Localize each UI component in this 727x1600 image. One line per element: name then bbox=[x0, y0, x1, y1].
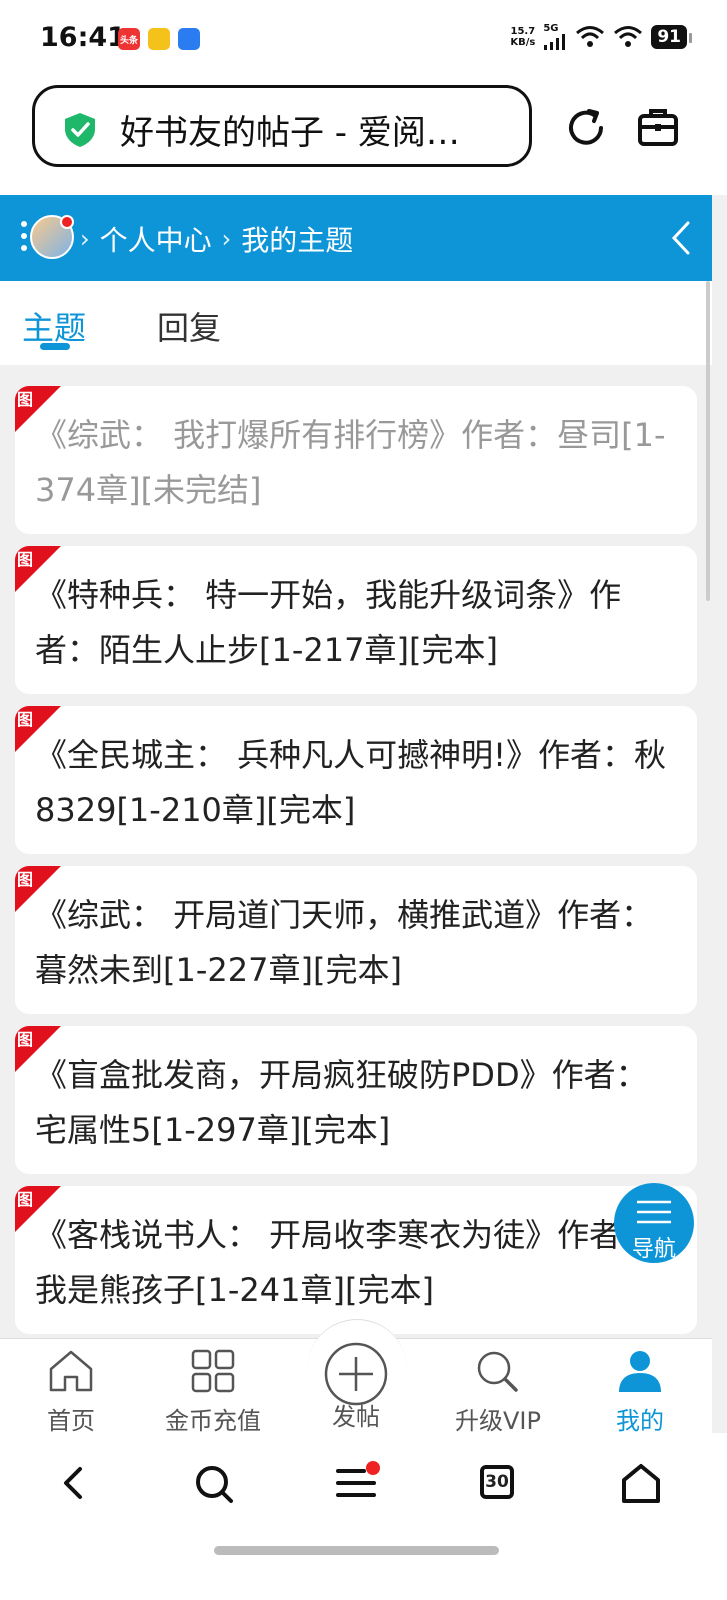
status-bar: 16:41 头条 15.7 KB/s 5G 91 bbox=[0, 0, 727, 80]
menu-notification-dot bbox=[366, 1461, 380, 1475]
search-icon bbox=[477, 1351, 518, 1392]
wifi-icon bbox=[576, 26, 605, 47]
home-icon bbox=[49, 1350, 93, 1392]
battery-indicator: 91 bbox=[651, 25, 692, 49]
thread-list: 图 《综武： 我打爆所有排行榜》作者：昼司[1-374章][未完结] 图 《特种… bbox=[15, 386, 697, 1346]
thread-title[interactable]: 《综武： 我打爆所有排行榜》作者：昼司[1-374章][未完结] bbox=[35, 408, 667, 518]
list-item[interactable]: 图 《综武： 我打爆所有排行榜》作者：昼司[1-374章][未完结] bbox=[15, 386, 697, 534]
notes-app-icon bbox=[148, 28, 170, 50]
notification-dot bbox=[60, 215, 74, 229]
thread-title[interactable]: 《特种兵： 特一开始，我能升级词条》作者：陌生人止步[1-217章][完本] bbox=[35, 568, 667, 678]
chevron-right-icon: › bbox=[221, 225, 232, 253]
menu-dots-icon[interactable] bbox=[20, 220, 28, 252]
thread-title[interactable]: 《盲盒批发商，开局疯狂破防PDD》作者：宅属性5[1-297章][完本] bbox=[35, 1048, 667, 1158]
tab-replies[interactable]: 回复 bbox=[157, 303, 221, 349]
signal-icon: 5G bbox=[543, 24, 567, 50]
bottom-nav: 首页 金币充值 发帖 升级VIP 我的 bbox=[0, 1319, 712, 1436]
scrollbar[interactable] bbox=[706, 281, 710, 601]
navigation-fab[interactable]: 导航 bbox=[614, 1183, 694, 1263]
list-item[interactable]: 图 《全民城主： 兵种凡人可撼神明!》作者：秋8329[1-210章][完本] bbox=[15, 706, 697, 854]
tabs-count-icon[interactable]: 30 bbox=[480, 1465, 514, 1499]
nav-upgrade-vip[interactable]: 升级VIP bbox=[427, 1349, 569, 1436]
toutiao-app-icon: 头条 bbox=[118, 28, 140, 50]
thread-title[interactable]: 《综武： 开局道门天师，横推武道》作者：暮然未到[1-227章][完本] bbox=[35, 888, 667, 998]
secure-shield-icon bbox=[65, 113, 95, 147]
nav-post[interactable]: 发帖 bbox=[285, 1342, 427, 1432]
breadcrumb-personal-center[interactable]: 个人中心 bbox=[100, 219, 212, 259]
url-box[interactable]: 好书友的帖子 - 爱阅… bbox=[32, 85, 532, 167]
network-speed: 15.7 KB/s bbox=[510, 26, 536, 48]
list-item[interactable]: 图 《盲盒批发商，开局疯狂破防PDD》作者：宅属性5[1-297章][完本] bbox=[15, 1026, 697, 1174]
home-icon[interactable] bbox=[620, 1463, 662, 1505]
thread-title[interactable]: 《全民城主： 兵种凡人可撼神明!》作者：秋8329[1-210章][完本] bbox=[35, 728, 667, 838]
url-title: 好书友的帖子 - 爱阅… bbox=[120, 113, 460, 153]
tab-indicator bbox=[40, 343, 70, 350]
menu-icon bbox=[637, 1200, 671, 1224]
list-item[interactable]: 图 《综武： 开局道门天师，横推武道》作者：暮然未到[1-227章][完本] bbox=[15, 866, 697, 1014]
site-header: › 个人中心 › 我的主题 bbox=[0, 195, 712, 281]
tab-bar: 主题 回复 bbox=[0, 281, 712, 365]
chevron-left-icon[interactable] bbox=[670, 220, 692, 256]
breadcrumb-my-topics: 我的主题 bbox=[241, 224, 354, 257]
gesture-home-indicator[interactable] bbox=[214, 1546, 499, 1555]
list-item[interactable]: 图 《特种兵： 特一开始，我能升级词条》作者：陌生人止步[1-217章][完本] bbox=[15, 546, 697, 694]
status-time: 16:41 bbox=[40, 22, 126, 53]
nav-mine[interactable]: 我的 bbox=[569, 1349, 711, 1436]
breadcrumb: › 个人中心 › 我的主题 bbox=[80, 219, 353, 259]
nav-coin-recharge[interactable]: 金币充值 bbox=[142, 1349, 284, 1436]
search-icon[interactable] bbox=[193, 1463, 235, 1505]
user-icon bbox=[619, 1351, 661, 1392]
browser-toolbar: 30 bbox=[0, 1433, 727, 1600]
wifi-icon-2 bbox=[614, 26, 643, 47]
chevron-right-icon: › bbox=[80, 225, 90, 253]
thread-title[interactable]: 《客栈说书人： 开局收李寒衣为徒》作者：我是熊孩子[1-241章][完本] bbox=[35, 1208, 667, 1318]
list-item[interactable]: 图 《客栈说书人： 开局收李寒衣为徒》作者：我是熊孩子[1-241章][完本] bbox=[15, 1186, 697, 1334]
toolbox-icon[interactable] bbox=[637, 107, 679, 147]
back-icon[interactable] bbox=[58, 1463, 88, 1503]
grid-icon bbox=[191, 1349, 235, 1393]
reload-icon[interactable] bbox=[565, 107, 607, 149]
nav-home[interactable]: 首页 bbox=[0, 1349, 142, 1436]
browser-address-bar: 好书友的帖子 - 爱阅… bbox=[0, 80, 727, 195]
fab-label: 导航 bbox=[631, 1237, 676, 1262]
browser-app-icon bbox=[178, 28, 200, 50]
